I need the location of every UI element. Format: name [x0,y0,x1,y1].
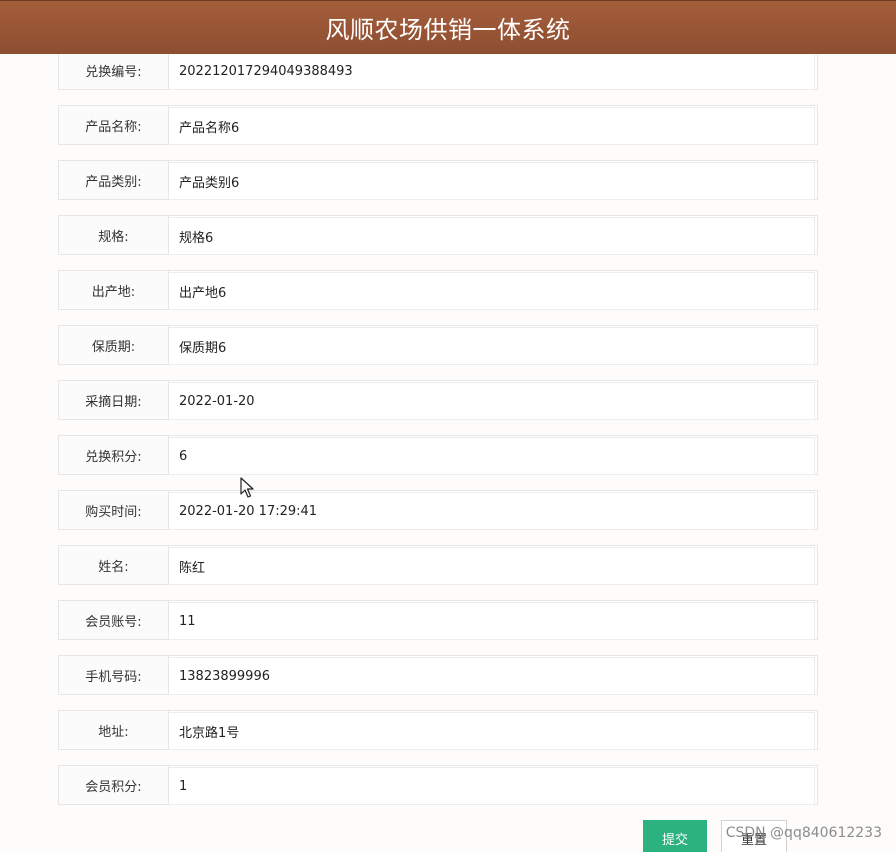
app-header: 风顺农场供销一体系统 [0,0,896,54]
field-label: 规格: [59,216,169,254]
form-row-member-account: 会员账号: 11 [58,600,818,640]
form-row-purchase-time: 购买时间: 2022-01-20 17:29:41 [58,490,818,530]
form-row-exchange-points: 兑换积分: 6 [58,435,818,475]
form-row-address: 地址: 北京路1号 [58,710,818,750]
field-label: 地址: [59,711,169,749]
field-label: 保质期: [59,326,169,364]
address-field[interactable]: 北京路1号 [169,712,815,750]
member-account-field[interactable]: 11 [169,602,815,640]
field-label: 兑换编号: [59,51,169,89]
shelf-life-field[interactable]: 保质期6 [169,327,815,365]
exchange-number-field[interactable]: 202212017294049388493 [169,52,815,90]
member-points-field[interactable]: 1 [169,767,815,805]
submit-button[interactable]: 提交 [643,820,707,852]
form-row-name: 姓名: 陈红 [58,545,818,585]
app-title: 风顺农场供销一体系统 [325,16,571,44]
field-label: 出产地: [59,271,169,309]
phone-field[interactable]: 13823899996 [169,657,815,695]
product-name-field[interactable]: 产品名称6 [169,107,815,145]
exchange-points-field[interactable]: 6 [169,437,815,475]
origin-field[interactable]: 出产地6 [169,272,815,310]
field-label: 手机号码: [59,656,169,694]
form-row-origin: 出产地: 出产地6 [58,270,818,310]
name-field[interactable]: 陈红 [169,547,815,585]
mouse-cursor-icon [240,477,254,498]
field-label: 产品类别: [59,161,169,199]
form-row-picking-date: 采摘日期: 2022-01-20 [58,380,818,420]
form-row-shelf-life: 保质期: 保质期6 [58,325,818,365]
form-row-product-category: 产品类别: 产品类别6 [58,160,818,200]
field-label: 兑换积分: [59,436,169,474]
picking-date-field[interactable]: 2022-01-20 [169,382,815,420]
product-category-field[interactable]: 产品类别6 [169,162,815,200]
field-label: 产品名称: [59,106,169,144]
field-label: 会员积分: [59,766,169,804]
form-row-phone: 手机号码: 13823899996 [58,655,818,695]
field-label: 采摘日期: [59,381,169,419]
page: 风顺农场供销一体系统 兑换编号: 202212017294049388493 产… [0,0,896,852]
form-row-specification: 规格: 规格6 [58,215,818,255]
field-label: 姓名: [59,546,169,584]
field-label: 购买时间: [59,491,169,529]
specification-field[interactable]: 规格6 [169,217,815,255]
form-row-product-name: 产品名称: 产品名称6 [58,105,818,145]
purchase-time-field[interactable]: 2022-01-20 17:29:41 [169,492,815,530]
form-row-member-points: 会员积分: 1 [58,765,818,805]
watermark: CSDN @qq840612233 [725,825,882,841]
field-label: 会员账号: [59,601,169,639]
form-row-exchange-number: 兑换编号: 202212017294049388493 [58,50,818,90]
